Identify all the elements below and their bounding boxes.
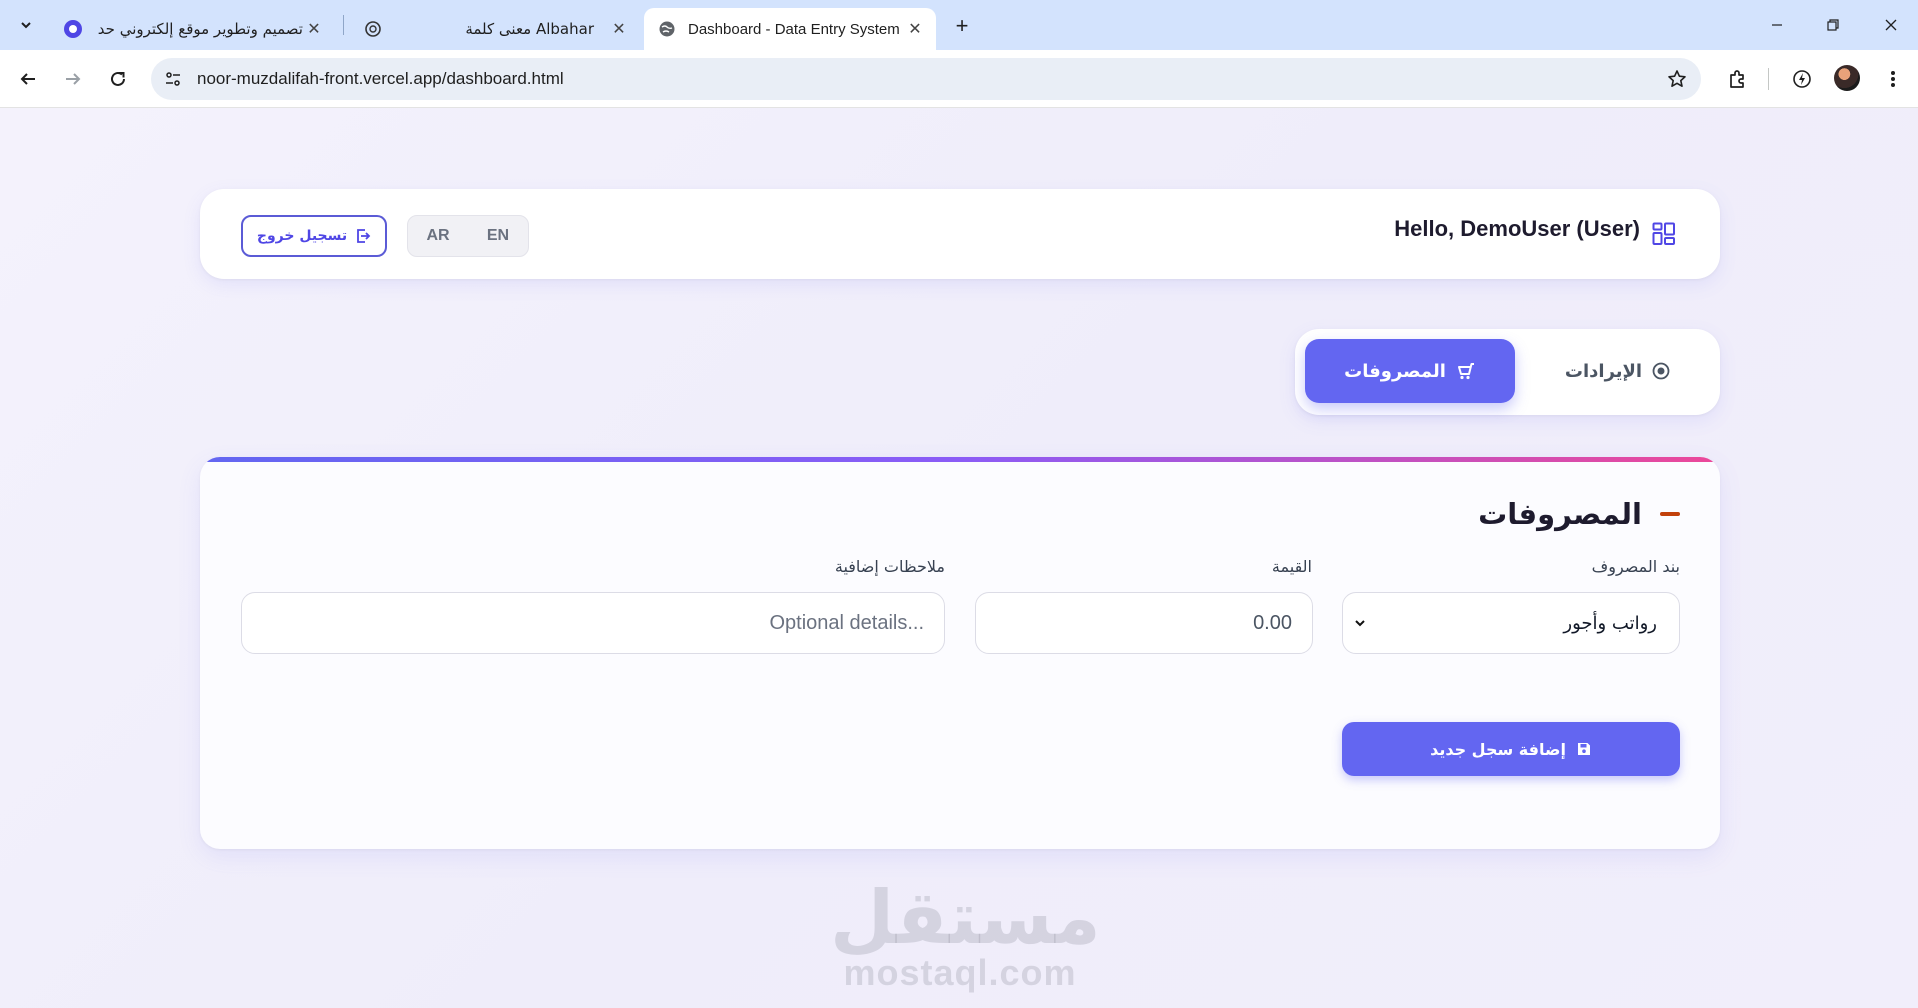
menu-button[interactable] (1878, 64, 1908, 94)
kebab-menu-icon (1891, 71, 1895, 87)
puzzle-icon (1730, 70, 1744, 88)
browser-tab-chatgpt[interactable]: معنى كلمة Albahar ✕ (350, 8, 640, 50)
restore-icon (1827, 19, 1839, 31)
notes-placeholder: Optional details... (769, 611, 924, 634)
mostaql-watermark: مستقل mostaql.com (830, 875, 1101, 994)
site-info-icon[interactable] (161, 67, 185, 91)
logout-button[interactable]: تسجيل خروج (241, 215, 387, 257)
notes-input[interactable]: Optional details... (241, 592, 945, 654)
arrow-left-icon (20, 73, 35, 85)
extensions-button[interactable] (1722, 64, 1752, 94)
expense-item-value: رواتب وأجور (1563, 612, 1657, 634)
tab-title: معنى كلمة Albahar (465, 20, 594, 38)
profile-avatar[interactable] (1834, 65, 1860, 91)
expense-item-select[interactable]: رواتب وأجور (1342, 592, 1680, 654)
lang-option-en[interactable]: EN (468, 216, 528, 256)
url-text: noor-muzdalifah-front.vercel.app/dashboa… (197, 69, 564, 88)
title-dash (1660, 512, 1680, 516)
new-tab-button[interactable]: + (948, 12, 976, 40)
watermark-arabic: مستقل (830, 875, 1101, 961)
amount-placeholder: 0.00 (1253, 611, 1292, 634)
tab-title: Dashboard - Data Entry System (688, 20, 900, 38)
chevron-down-icon (1355, 620, 1365, 627)
close-window-button[interactable] (1876, 10, 1906, 40)
lang-option-ar[interactable]: AR (408, 216, 468, 256)
tab-income[interactable]: الإيرادات (1525, 339, 1710, 403)
address-bar[interactable]: noor-muzdalifah-front.vercel.app/dashboa… (151, 58, 1701, 100)
cart-icon (1457, 363, 1474, 380)
logout-icon (357, 229, 371, 243)
browser-toolbar: noor-muzdalifah-front.vercel.app/dashboa… (0, 50, 1918, 108)
chatgpt-icon (364, 20, 382, 38)
watermark-latin: mostaql.com (843, 952, 1077, 993)
header-card: Hello, DemoUser (User) AR EN تسجيل خروج (200, 189, 1720, 279)
amount-label: القيمة (1271, 557, 1312, 576)
browser-tab-dashboard[interactable]: Dashboard - Data Entry System ✕ (644, 8, 936, 50)
tab-expenses-label: المصروفات (1344, 360, 1446, 382)
close-tab-icon[interactable]: ✕ (608, 18, 630, 40)
expense-form-card: المصروفات بند المصروف القيمة ملاحظات إضا… (200, 457, 1720, 849)
expense-item-label: بند المصروف (1591, 557, 1680, 576)
add-record-label: إضافة سجل جديد (1430, 739, 1566, 759)
mostaql-icon (64, 20, 82, 38)
dashboard-page: Hello, DemoUser (User) AR EN تسجيل خروج … (0, 108, 1918, 1008)
close-tab-icon[interactable]: ✕ (904, 18, 926, 40)
forward-button[interactable] (58, 64, 88, 94)
language-toggle: AR EN (407, 215, 529, 257)
form-section-title: المصروفات (1478, 497, 1680, 531)
browser-tab-mostaql[interactable]: تصميم وتطوير موقع إلكتروني حد ✕ (50, 8, 335, 50)
amount-input[interactable]: 0.00 (975, 592, 1313, 654)
tab-expenses[interactable]: المصروفات (1305, 339, 1515, 403)
section-tabs: المصروفات الإيرادات (1295, 329, 1720, 415)
tab-divider (343, 15, 344, 35)
close-icon (1885, 19, 1897, 31)
lightning-icon (1793, 70, 1811, 88)
browser-tab-strip: تصميم وتطوير موقع إلكتروني حد ✕ معنى كلم… (0, 0, 1918, 50)
add-record-button[interactable]: إضافة سجل جديد (1342, 722, 1680, 776)
close-tab-icon[interactable]: ✕ (303, 18, 325, 40)
back-button[interactable] (13, 64, 43, 94)
reload-icon (111, 71, 125, 86)
toolbar-divider (1768, 68, 1769, 90)
dashboard-grid-icon (1652, 222, 1675, 245)
chevron-down-icon (21, 22, 31, 29)
form-title-text: المصروفات (1478, 497, 1642, 531)
minimize-button[interactable] (1762, 10, 1792, 40)
tab-search-button[interactable] (10, 9, 42, 41)
tab-title: تصميم وتطوير موقع إلكتروني حد (97, 20, 303, 38)
user-greeting: Hello, DemoUser (User) (1394, 216, 1640, 241)
save-icon (1577, 743, 1590, 755)
minimize-icon (1772, 24, 1782, 26)
tab-income-label: الإيرادات (1564, 360, 1643, 382)
reload-button[interactable] (103, 64, 133, 94)
logout-label: تسجيل خروج (256, 228, 348, 244)
globe-icon (658, 20, 676, 38)
restore-button[interactable] (1818, 10, 1848, 40)
bookmark-star-icon[interactable] (1665, 67, 1689, 91)
notes-label: ملاحظات إضافية (834, 557, 945, 576)
performance-button[interactable] (1787, 64, 1817, 94)
arrow-right-icon (66, 73, 81, 85)
card-accent-bar (200, 457, 1720, 462)
coin-icon (1652, 362, 1670, 380)
